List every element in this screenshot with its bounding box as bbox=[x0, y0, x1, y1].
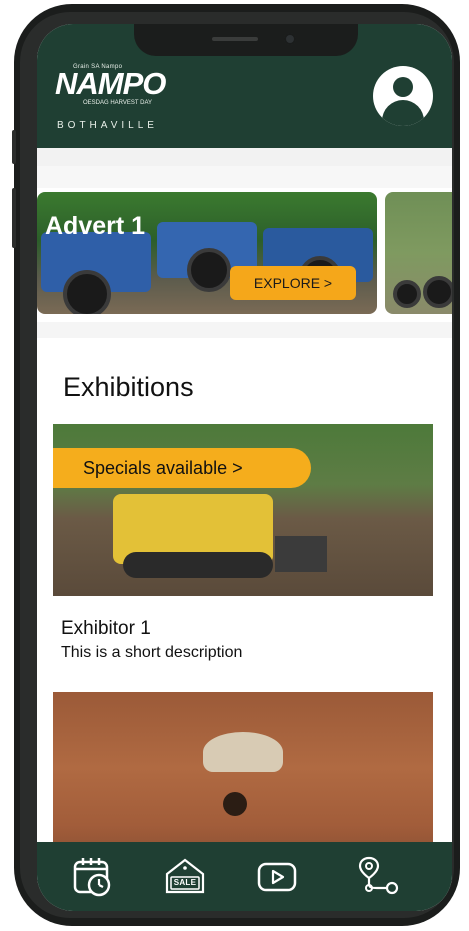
logo-brand: NAMPO bbox=[55, 66, 166, 101]
route-map-icon[interactable] bbox=[357, 854, 401, 898]
nampo-logo[interactable]: Grain SA Nampo NAMPO OESDAG HARVEST DAY … bbox=[55, 64, 175, 136]
tractor-wheel bbox=[423, 276, 452, 308]
tractor-wheel bbox=[187, 248, 231, 292]
sale-label: SALE bbox=[173, 878, 197, 887]
logo-location: BOTHAVILLE bbox=[57, 120, 158, 131]
sale-tag-icon[interactable]: SALE bbox=[163, 854, 207, 898]
bottom-navigation: SALE bbox=[37, 842, 452, 911]
tractor-wheel bbox=[63, 270, 111, 314]
logo-tagline-sub: OESDAG HARVEST DAY bbox=[83, 100, 153, 106]
user-icon-body bbox=[382, 100, 424, 126]
app-header: Grain SA Nampo NAMPO OESDAG HARVEST DAY … bbox=[37, 24, 452, 148]
advert-card-2[interactable] bbox=[385, 192, 452, 314]
loader-track-part bbox=[123, 552, 273, 578]
video-play-icon[interactable] bbox=[255, 854, 299, 898]
speaker-grille bbox=[212, 37, 258, 41]
bull-horn-part bbox=[203, 732, 283, 772]
exhibitor-card-image[interactable]: Specials available > bbox=[53, 424, 433, 596]
advert-card-1[interactable]: Advert 1 EXPLORE > bbox=[37, 192, 377, 314]
phone-side-button bbox=[12, 130, 16, 164]
profile-avatar-button[interactable] bbox=[373, 66, 433, 126]
exhibitor-description: This is a short description bbox=[61, 644, 243, 661]
loader-bucket-part bbox=[275, 536, 327, 572]
exhibitions-heading: Exhibitions bbox=[63, 372, 194, 402]
advert-carousel[interactable]: Advert 1 EXPLORE > bbox=[37, 192, 452, 316]
app-screen: Grain SA Nampo NAMPO OESDAG HARVEST DAY … bbox=[37, 24, 452, 911]
specials-badge-button[interactable]: Specials available > bbox=[53, 448, 311, 488]
user-icon bbox=[393, 77, 413, 97]
phone-volume-button bbox=[12, 188, 16, 248]
header-spacer bbox=[37, 148, 452, 166]
phone-notch bbox=[134, 24, 358, 56]
carousel-bottom-spacer bbox=[37, 322, 452, 338]
carousel-top-spacer bbox=[37, 166, 452, 188]
bull-eye-part bbox=[223, 792, 247, 816]
calendar-clock-icon[interactable] bbox=[71, 854, 115, 898]
tractor-wheel bbox=[393, 280, 421, 308]
advert-title: Advert 1 bbox=[45, 212, 146, 240]
explore-button[interactable]: EXPLORE > bbox=[230, 266, 356, 300]
exhibitor-name[interactable]: Exhibitor 1 bbox=[61, 618, 151, 640]
front-camera bbox=[284, 33, 296, 45]
